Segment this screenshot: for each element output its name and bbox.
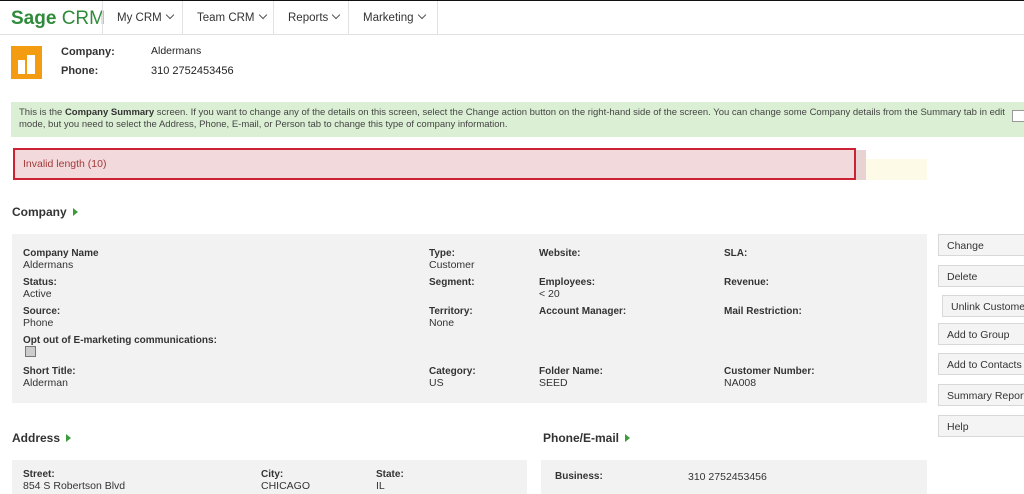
nav-label: My CRM bbox=[117, 12, 162, 24]
delete-button[interactable]: Delete bbox=[938, 265, 1024, 287]
nav-label: Reports bbox=[288, 12, 329, 24]
add-to-contacts-button[interactable]: Add to Contacts bbox=[938, 353, 1024, 375]
nav-team-crm[interactable]: Team CRM bbox=[182, 1, 274, 35]
print-icon[interactable] bbox=[1012, 110, 1024, 122]
short-title-value: Alderman bbox=[23, 377, 68, 389]
company-building-icon bbox=[11, 46, 42, 79]
short-title-label: Short Title: bbox=[23, 366, 76, 377]
territory-value: None bbox=[429, 317, 455, 329]
info-text-bold: Company Summary bbox=[64, 107, 155, 118]
nav-marketing[interactable]: Marketing bbox=[348, 1, 438, 35]
status-value: Active bbox=[23, 288, 52, 300]
source-label: Source: bbox=[23, 306, 61, 317]
customer-number-value: NA008 bbox=[724, 377, 757, 389]
company-name-value: Aldermans bbox=[23, 259, 74, 271]
chevron-down-icon bbox=[332, 10, 341, 20]
mail-restriction-label: Mail Restriction: bbox=[724, 306, 802, 317]
error-message: Invalid length (10) bbox=[23, 158, 107, 170]
summary-report-button[interactable]: Summary Report bbox=[938, 384, 1024, 406]
folder-name-label: Folder Name: bbox=[539, 366, 603, 377]
info-text-part2: screen. If you want to change any of the… bbox=[19, 107, 1005, 130]
section-title-text: Company bbox=[12, 205, 67, 219]
opt-out-checkbox[interactable] bbox=[25, 346, 36, 357]
employees-label: Employees: bbox=[539, 277, 596, 288]
state-label: State: bbox=[376, 469, 404, 480]
nav-reports[interactable]: Reports bbox=[273, 1, 349, 35]
expand-arrow-icon bbox=[66, 434, 72, 442]
city-label: City: bbox=[261, 469, 284, 480]
top-navigation-bar: Sage CRM My CRM Team CRM Reports Marketi… bbox=[0, 0, 1024, 35]
nav-my-crm[interactable]: My CRM bbox=[102, 1, 182, 35]
company-section-title[interactable]: Company bbox=[12, 205, 78, 219]
business-phone-label: Business: bbox=[555, 471, 603, 482]
street-label: Street: bbox=[23, 469, 55, 480]
help-button[interactable]: Help bbox=[938, 415, 1024, 437]
error-box-edge bbox=[856, 150, 866, 180]
info-text-part1: This is the bbox=[19, 107, 65, 118]
logo-bold-text: Sage bbox=[11, 8, 57, 29]
street-value: 854 S Robertson Blvd bbox=[23, 480, 126, 492]
expand-arrow-icon bbox=[625, 434, 631, 442]
notification-strip bbox=[866, 159, 927, 180]
header-phone-label: Phone: bbox=[61, 65, 99, 77]
section-title-text: Address bbox=[12, 431, 61, 445]
logo-rest-text: CRM bbox=[56, 8, 105, 29]
folder-name-value: SEED bbox=[539, 377, 568, 389]
territory-label: Territory: bbox=[429, 306, 473, 317]
state-value: IL bbox=[376, 480, 385, 492]
change-button[interactable]: Change bbox=[938, 234, 1024, 256]
header-company-label: Company: bbox=[61, 46, 115, 58]
unlink-customer-button[interactable]: Unlink Customer bbox=[942, 295, 1024, 317]
employees-value: < 20 bbox=[539, 288, 560, 300]
info-banner: This is the Company Summary screen. If y… bbox=[11, 102, 1024, 137]
phone-email-section-title[interactable]: Phone/E-mail bbox=[543, 431, 631, 445]
revenue-label: Revenue: bbox=[724, 277, 770, 288]
customer-number-label: Customer Number: bbox=[724, 366, 815, 377]
opt-out-label: Opt out of E-marketing communications: bbox=[23, 335, 217, 346]
chevron-down-icon bbox=[417, 10, 426, 20]
sla-label: SLA: bbox=[724, 248, 748, 259]
type-label: Type: bbox=[429, 248, 455, 259]
chevron-down-icon bbox=[165, 10, 174, 20]
category-label: Category: bbox=[429, 366, 476, 377]
segment-label: Segment: bbox=[429, 277, 475, 288]
city-value: CHICAGO bbox=[261, 480, 311, 492]
section-title-text: Phone/E-mail bbox=[543, 431, 620, 445]
website-label: Website: bbox=[539, 248, 581, 259]
category-value: US bbox=[429, 377, 444, 389]
type-value: Customer bbox=[429, 259, 475, 271]
sage-crm-logo[interactable]: Sage CRM bbox=[11, 8, 105, 30]
header-company-value: Aldermans bbox=[151, 45, 202, 57]
nav-label: Team CRM bbox=[197, 12, 255, 24]
account-manager-label: Account Manager: bbox=[539, 306, 627, 317]
business-phone-value: 310 2752453456 bbox=[688, 471, 767, 483]
status-label: Status: bbox=[23, 277, 57, 288]
source-value: Phone bbox=[23, 317, 54, 329]
chevron-down-icon bbox=[258, 10, 267, 20]
add-to-group-button[interactable]: Add to Group bbox=[938, 323, 1024, 345]
header-phone-value: 310 2752453456 bbox=[151, 65, 234, 77]
company-name-label: Company Name bbox=[23, 248, 99, 259]
nav-label: Marketing bbox=[363, 12, 414, 24]
address-section-title[interactable]: Address bbox=[12, 431, 72, 445]
expand-arrow-icon bbox=[72, 208, 78, 216]
error-message-box: Invalid length (10) bbox=[13, 148, 856, 180]
